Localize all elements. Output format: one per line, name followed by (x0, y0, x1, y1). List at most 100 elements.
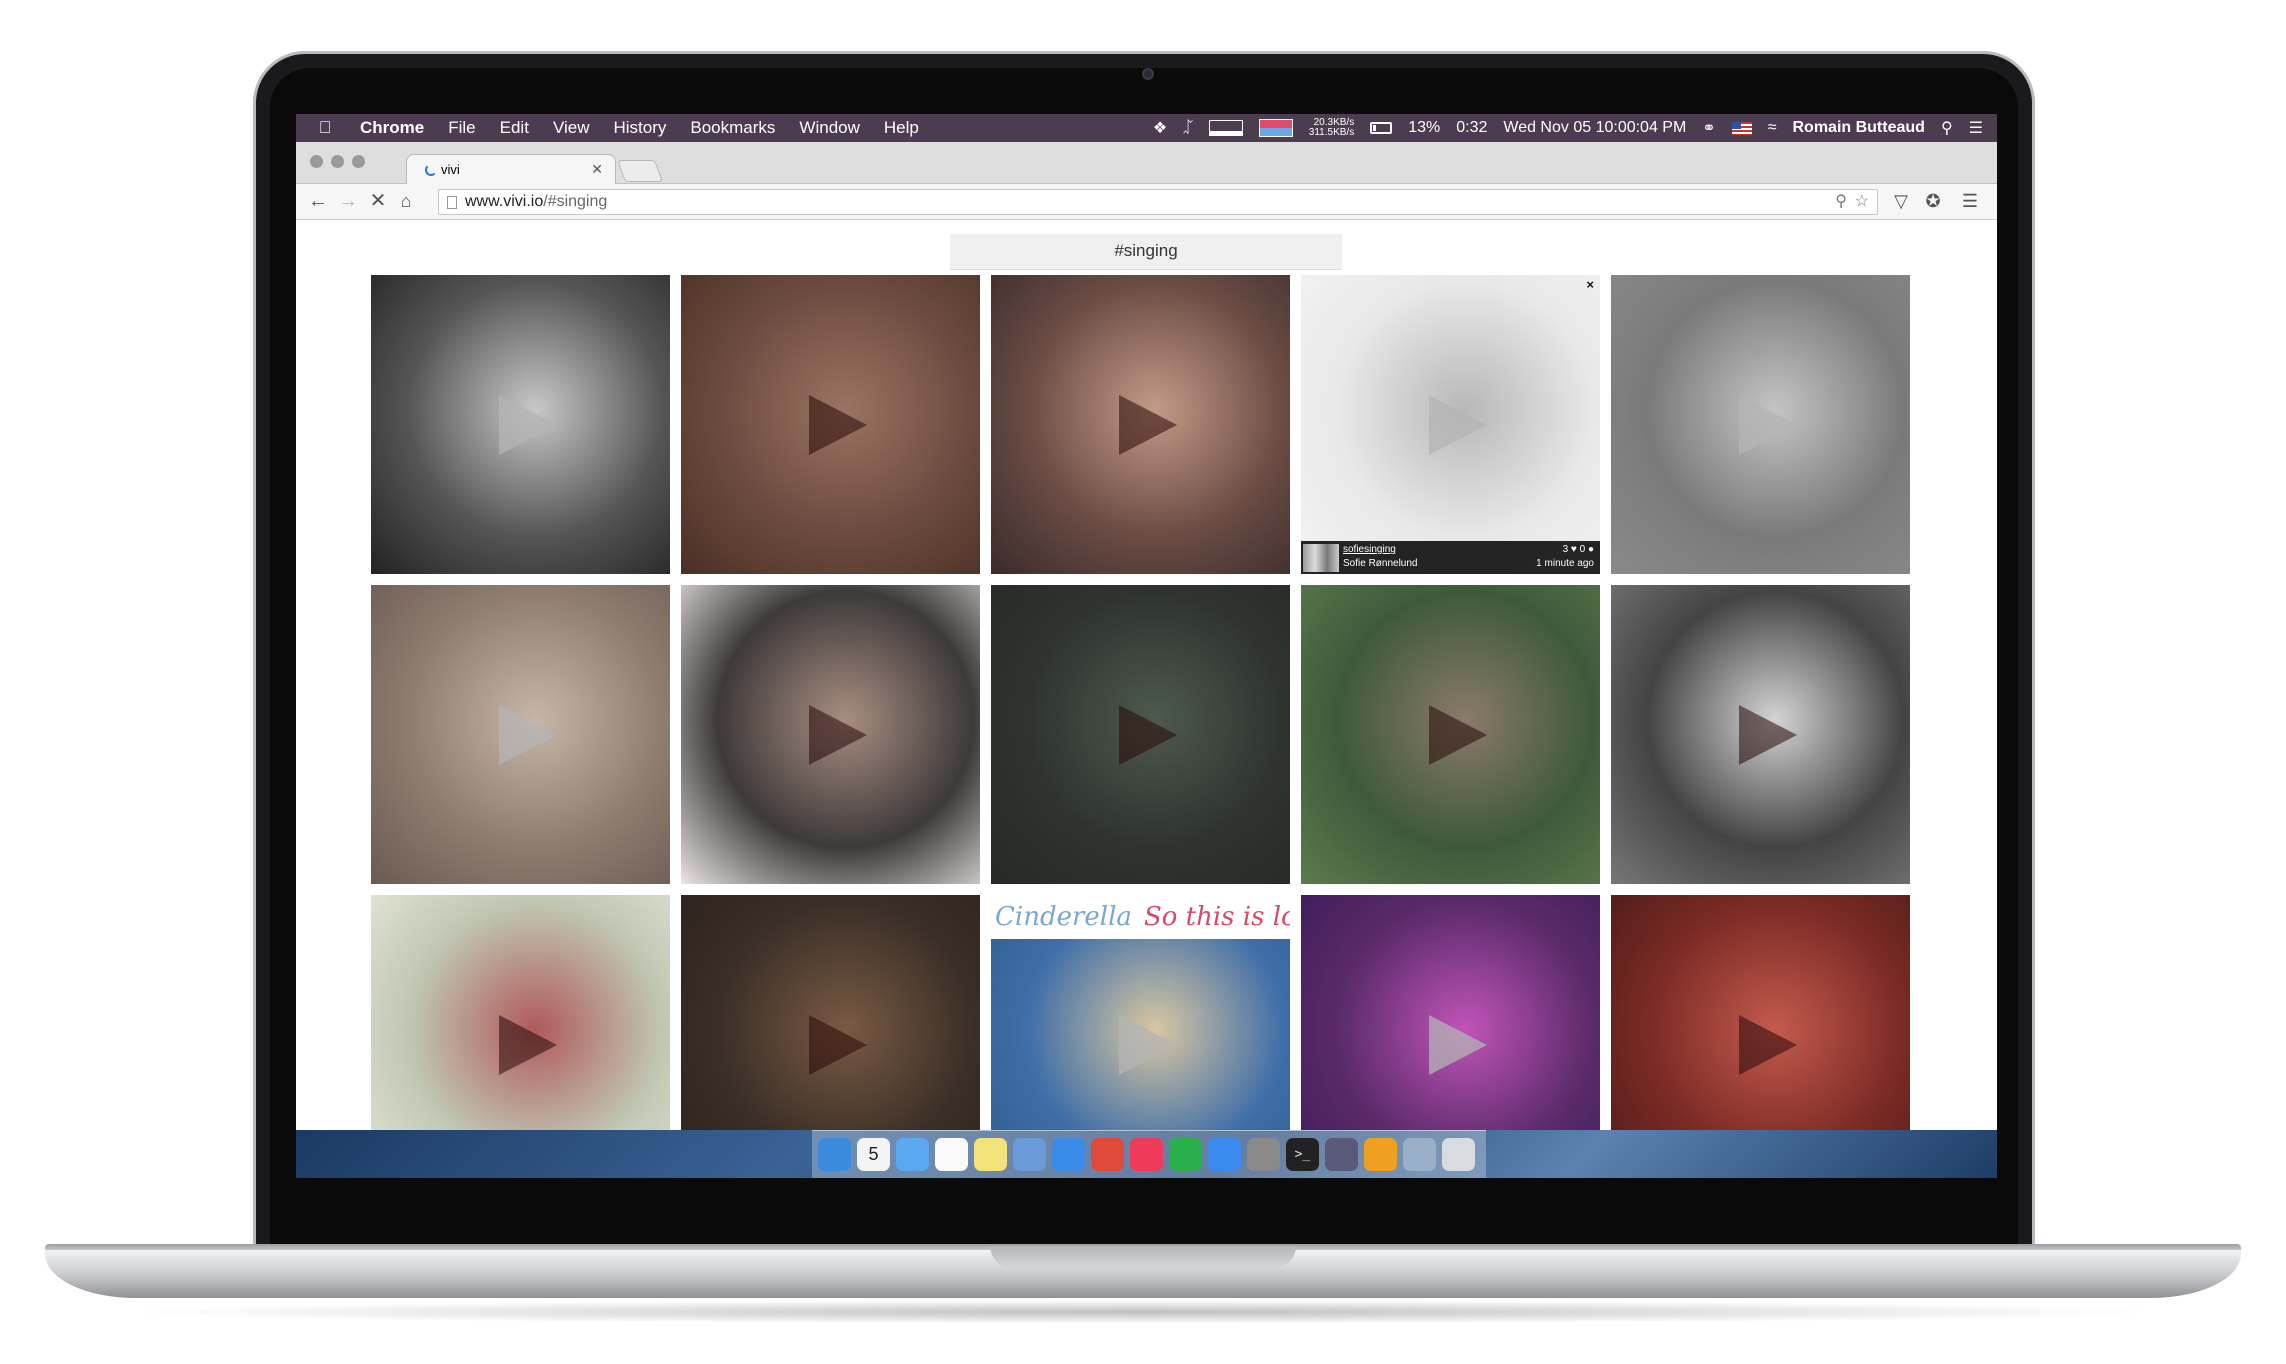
video-tile[interactable] (1611, 275, 1910, 574)
stop-loading-icon[interactable]: ✕ (366, 189, 390, 213)
video-timestamp: 1 minute ago (1536, 558, 1594, 569)
play-icon[interactable] (1738, 1014, 1797, 1075)
forward-arrow-icon[interactable]: → (336, 189, 360, 213)
video-tile[interactable] (1301, 895, 1600, 1160)
terminal-icon[interactable]: >_ (1286, 1138, 1319, 1171)
input-source-flag-icon[interactable] (1731, 121, 1752, 135)
spotify-icon[interactable] (1169, 1138, 1202, 1171)
bluetooth-icon[interactable]: ᛢ (1183, 119, 1193, 137)
system-preferences-icon[interactable] (1247, 1138, 1280, 1171)
play-icon[interactable] (1738, 394, 1797, 455)
sublime-text-icon[interactable] (1364, 1138, 1397, 1171)
video-tile[interactable] (991, 585, 1290, 884)
play-icon[interactable] (498, 1014, 557, 1075)
video-tile[interactable] (681, 585, 980, 884)
hashtag-search-field[interactable]: #singing (950, 234, 1342, 270)
play-icon[interactable] (1118, 394, 1177, 455)
play-icon[interactable] (808, 704, 867, 765)
chrome-menu-icon[interactable]: ☰ (1958, 189, 1982, 213)
menu-history[interactable]: History (613, 118, 666, 138)
extension-puzzle-icon[interactable]: ✪ (1921, 189, 1945, 213)
cpu-graph-icon[interactable] (1208, 120, 1243, 136)
back-arrow-icon[interactable]: ← (306, 189, 330, 213)
caption-title: Cinderella (995, 902, 1132, 932)
play-icon[interactable] (1118, 704, 1177, 765)
video-tile[interactable]: Cinderella So this is love (991, 895, 1290, 1160)
page-icon (447, 196, 457, 209)
tab-vivi[interactable]: vivi ✕ (406, 154, 616, 184)
trash-icon[interactable] (1442, 1138, 1475, 1171)
link-icon[interactable]: ⚭ (1702, 118, 1715, 138)
user-name[interactable]: Romain Butteaud (1792, 119, 1924, 137)
battery-icon[interactable] (1370, 122, 1393, 134)
menu-bookmarks[interactable]: Bookmarks (690, 118, 775, 138)
bookmark-star-icon[interactable]: ☆ (1855, 190, 1869, 214)
memory-meter-icon[interactable] (1258, 119, 1293, 137)
search-icon[interactable]: ⚲ (1835, 190, 1847, 214)
battery-time[interactable]: 0:32 (1456, 119, 1487, 137)
network-speed[interactable]: 20.3KB/s 311.5KB/s (1309, 118, 1354, 138)
video-username[interactable]: sofiesinging (1343, 544, 1396, 555)
close-icon[interactable]: × (1586, 277, 1594, 292)
play-icon[interactable] (498, 704, 557, 765)
play-icon[interactable] (498, 394, 557, 455)
play-icon[interactable] (1428, 704, 1487, 765)
video-tile[interactable] (371, 895, 670, 1160)
chrome-icon[interactable] (1091, 1138, 1124, 1171)
mac-menubar:  Chrome File Edit View History Bookmark… (296, 114, 1997, 142)
play-icon[interactable] (808, 1014, 867, 1075)
video-tile[interactable] (1611, 895, 1910, 1160)
clock[interactable]: Wed Nov 05 10:00:04 PM (1503, 119, 1686, 137)
close-tab-icon[interactable]: ✕ (591, 161, 603, 178)
battery-percent[interactable]: 13% (1408, 119, 1440, 137)
messages-icon[interactable] (896, 1138, 929, 1171)
video-tile[interactable] (991, 275, 1290, 574)
new-tab-button[interactable] (616, 160, 664, 182)
apple-menu-icon[interactable]:  (310, 118, 340, 138)
notification-center-icon[interactable]: ☰ (1969, 118, 1983, 138)
close-window-button[interactable] (310, 155, 323, 168)
safari-icon[interactable] (1052, 1138, 1085, 1171)
avatar (1303, 544, 1339, 572)
home-icon[interactable]: ⌂ (394, 189, 418, 213)
loading-favicon-icon (425, 163, 437, 176)
address-bar[interactable]: www.vivi.io/#singing ⚲ ☆ (438, 189, 1878, 215)
menu-edit[interactable]: Edit (500, 118, 529, 138)
video-tile[interactable] (371, 585, 670, 884)
video-tile[interactable] (1301, 585, 1600, 884)
laptop-notch (990, 1246, 1296, 1268)
play-icon[interactable] (1428, 1014, 1487, 1075)
wifi-icon[interactable]: ≈ (1768, 119, 1777, 137)
itunes-icon[interactable] (1130, 1138, 1163, 1171)
screenshot-icon[interactable] (1403, 1138, 1436, 1171)
menu-window[interactable]: Window (799, 118, 859, 138)
finder-icon[interactable] (818, 1138, 851, 1171)
menu-view[interactable]: View (553, 118, 590, 138)
menu-file[interactable]: File (448, 118, 475, 138)
spotlight-search-icon[interactable]: ⚲ (1941, 118, 1953, 138)
menu-help[interactable]: Help (884, 118, 919, 138)
net-down: 311.5KB/s (1308, 127, 1355, 138)
menu-app-name[interactable]: Chrome (360, 118, 424, 138)
app-store-icon[interactable] (1208, 1138, 1241, 1171)
video-tile[interactable] (681, 275, 980, 574)
calendar-icon[interactable]: 5 (857, 1138, 890, 1171)
browser-tabstrip: vivi ✕ (296, 142, 1997, 184)
pocket-icon[interactable]: ▽ (1889, 189, 1913, 213)
url-domain: www.vivi.io (465, 193, 544, 210)
video-tile[interactable] (371, 275, 670, 574)
video-tile[interactable]: × sofiesinging Sofie Rønnelund 3 ♥ 0 ● 1 min… (1301, 275, 1600, 574)
zoom-window-button[interactable] (352, 155, 365, 168)
play-icon[interactable] (808, 394, 867, 455)
preview-icon[interactable] (1013, 1138, 1046, 1171)
play-icon[interactable] (1118, 1014, 1177, 1075)
stickies-icon[interactable] (974, 1138, 1007, 1171)
intellij-icon[interactable] (1325, 1138, 1358, 1171)
play-icon[interactable] (1428, 394, 1487, 455)
dropbox-icon[interactable]: ❖ (1153, 118, 1167, 138)
notes-icon[interactable] (935, 1138, 968, 1171)
play-icon[interactable] (1738, 704, 1797, 765)
video-tile[interactable] (1611, 585, 1910, 884)
minimize-window-button[interactable] (331, 155, 344, 168)
video-tile[interactable] (681, 895, 980, 1160)
